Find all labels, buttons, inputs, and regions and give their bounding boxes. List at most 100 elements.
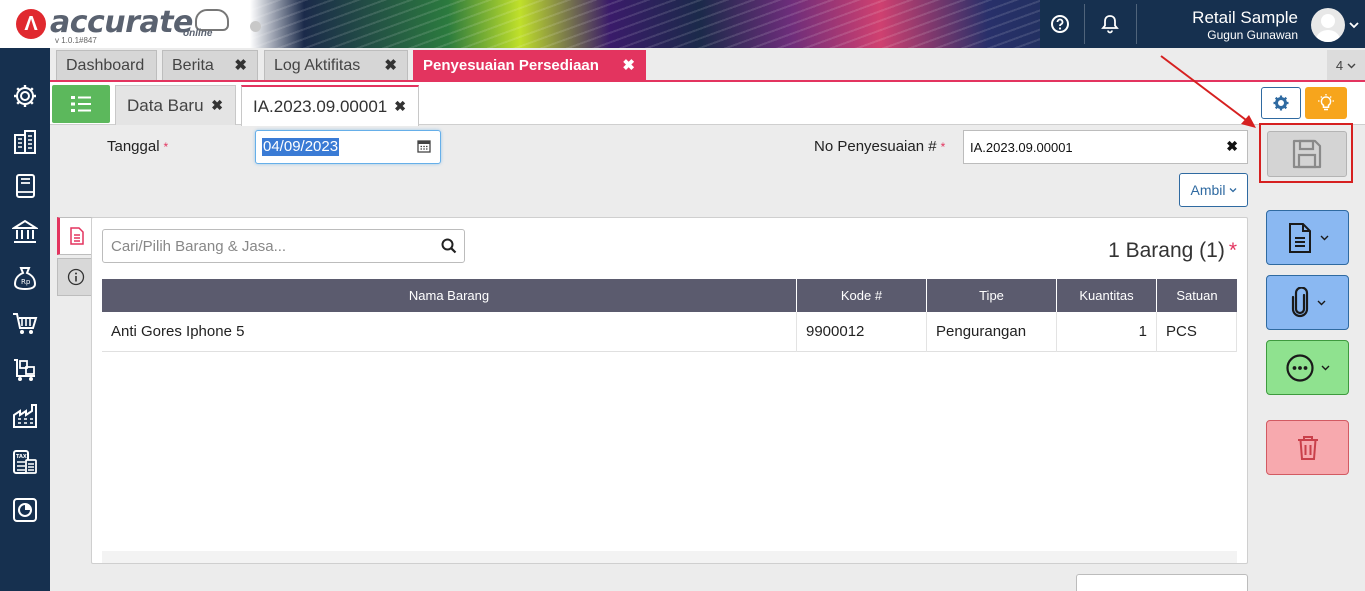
save-highlight-box	[1259, 123, 1353, 183]
table-row[interactable]: Anti Gores Iphone 5 9900012 Pengurangan …	[102, 312, 1237, 352]
panel-footer-strip	[102, 551, 1237, 563]
document-tab-bar: Data Baru ✖ IA.2023.09.00001 ✖	[50, 82, 1365, 126]
tab-label: Data Baru	[127, 95, 204, 115]
required-mark: *	[163, 140, 169, 154]
item-search-input[interactable]: Cari/Pilih Barang & Jasa...	[102, 229, 465, 263]
tab-label: Penyesuaian Persediaan	[423, 57, 599, 74]
clear-icon[interactable]: ✖	[1226, 138, 1238, 155]
item-count: 1 Barang (1) *	[1108, 239, 1237, 263]
status-dot	[250, 21, 261, 32]
user-name[interactable]: Gugun Gunawan	[1150, 28, 1298, 42]
column-header-tipe[interactable]: Tipe	[927, 279, 1057, 312]
bottom-action-button[interactable]	[1076, 574, 1248, 591]
info-tab[interactable]	[57, 258, 93, 296]
tab-log-aktifitas[interactable]: Log Aktifitas ✖	[264, 50, 408, 80]
gear-icon[interactable]	[11, 82, 39, 110]
list-icon	[71, 96, 91, 112]
tax-calculator-icon[interactable]: TAX	[11, 448, 39, 476]
close-icon[interactable]: ✖	[622, 56, 635, 74]
tab-count: 4	[1335, 57, 1344, 73]
column-header-satuan[interactable]: Satuan	[1157, 279, 1237, 312]
header-divider	[1136, 4, 1137, 44]
tanggal-date-field[interactable]: 04/09/2023	[255, 130, 441, 164]
cell-tipe: Pengurangan	[927, 312, 1057, 352]
money-bag-icon[interactable]: Rp	[11, 264, 39, 292]
logo-mark-icon: Λ	[16, 9, 46, 39]
close-icon[interactable]: ✖	[384, 56, 397, 74]
app-version: v 1.0.1#847	[55, 36, 97, 45]
more-actions-button[interactable]	[1266, 340, 1349, 395]
search-icon[interactable]	[441, 238, 457, 259]
tab-label: Berita	[172, 56, 214, 74]
column-header-kode[interactable]: Kode #	[797, 279, 927, 312]
required-mark: *	[940, 140, 946, 154]
tanggal-label-text: Tanggal	[107, 138, 160, 155]
header-divider	[1084, 4, 1085, 44]
tanggal-label: Tanggal *	[107, 138, 168, 155]
tab-dashboard[interactable]: Dashboard	[56, 50, 157, 80]
trash-icon	[1297, 435, 1318, 460]
column-header-nama-barang[interactable]: Nama Barang	[102, 279, 797, 312]
close-icon[interactable]: ✖	[211, 97, 223, 114]
chevron-down-icon	[1321, 365, 1330, 371]
calendar-icon[interactable]	[417, 139, 431, 158]
no-penyesuaian-label-text: No Penyesuaian #	[814, 138, 937, 155]
save-button[interactable]	[1267, 131, 1347, 177]
close-icon[interactable]: ✖	[234, 56, 247, 74]
tab-label: Dashboard	[66, 56, 145, 74]
detail-panel: Cari/Pilih Barang & Jasa... 1 Barang (1)…	[91, 217, 1248, 564]
cell-kuantitas: 1	[1057, 312, 1157, 352]
company-name[interactable]: Retail Sample	[1150, 9, 1298, 27]
cell-satuan: PCS	[1157, 312, 1237, 352]
cart-icon[interactable]	[11, 310, 39, 338]
tab-label: Log Aktifitas	[274, 56, 361, 74]
print-document-button[interactable]	[1266, 210, 1349, 265]
app-logo[interactable]: Λ accurate	[16, 6, 229, 46]
required-mark: *	[1228, 239, 1237, 262]
svg-text:Rp: Rp	[21, 278, 31, 286]
cell-nama-barang: Anti Gores Iphone 5	[102, 312, 797, 352]
building-icon[interactable]	[11, 128, 39, 156]
tab-berita[interactable]: Berita ✖	[162, 50, 258, 80]
tab-overflow-dropdown[interactable]: 4	[1327, 50, 1365, 80]
save-icon	[1292, 139, 1322, 169]
paperclip-icon	[1291, 286, 1309, 317]
book-icon[interactable]	[11, 172, 39, 200]
more-icon	[1286, 353, 1314, 382]
tab-data-baru[interactable]: Data Baru ✖	[115, 85, 236, 125]
table-header: Nama Barang Kode # Tipe Kuantitas Satuan	[102, 279, 1237, 312]
info-icon	[67, 268, 84, 286]
warehouse-cart-icon[interactable]	[11, 356, 39, 384]
cell-kode: 9900012	[797, 312, 927, 352]
tab-label: IA.2023.09.00001	[253, 96, 388, 116]
delete-button[interactable]	[1266, 420, 1349, 475]
avatar[interactable]	[1311, 8, 1345, 42]
report-chart-icon[interactable]	[11, 496, 39, 524]
chevron-down-icon	[1229, 188, 1236, 193]
item-count-text: 1 Barang (1)	[1108, 239, 1225, 262]
list-view-button[interactable]	[52, 85, 110, 123]
column-header-kuantitas[interactable]: Kuantitas	[1057, 279, 1157, 312]
logo-text: accurate	[50, 5, 193, 40]
left-sidebar: Rp TAX	[0, 48, 50, 591]
chevron-down-icon[interactable]	[1349, 18, 1359, 32]
ambil-button[interactable]: Ambil	[1179, 173, 1248, 207]
chevron-down-icon	[1317, 300, 1326, 306]
close-icon[interactable]: ✖	[394, 98, 406, 115]
bank-icon[interactable]	[11, 218, 39, 246]
detail-items-tab[interactable]	[57, 217, 93, 255]
tips-button[interactable]	[1305, 87, 1347, 119]
gear-icon	[1273, 95, 1289, 111]
logo-subtext: online	[183, 28, 213, 39]
no-penyesuaian-value: IA.2023.09.00001	[970, 140, 1073, 155]
tab-penyesuaian-persediaan[interactable]: Penyesuaian Persediaan ✖	[413, 50, 646, 80]
tab-ia-document[interactable]: IA.2023.09.00001 ✖	[241, 85, 419, 126]
question-circle-icon[interactable]	[1048, 12, 1072, 36]
chevron-down-icon	[1347, 63, 1356, 68]
settings-button[interactable]	[1261, 87, 1301, 119]
no-penyesuaian-field[interactable]: IA.2023.09.00001 ✖	[963, 130, 1248, 164]
bell-icon[interactable]	[1098, 12, 1122, 36]
attachment-button[interactable]	[1266, 275, 1349, 330]
factory-icon[interactable]	[11, 402, 39, 430]
document-icon	[1289, 222, 1311, 253]
